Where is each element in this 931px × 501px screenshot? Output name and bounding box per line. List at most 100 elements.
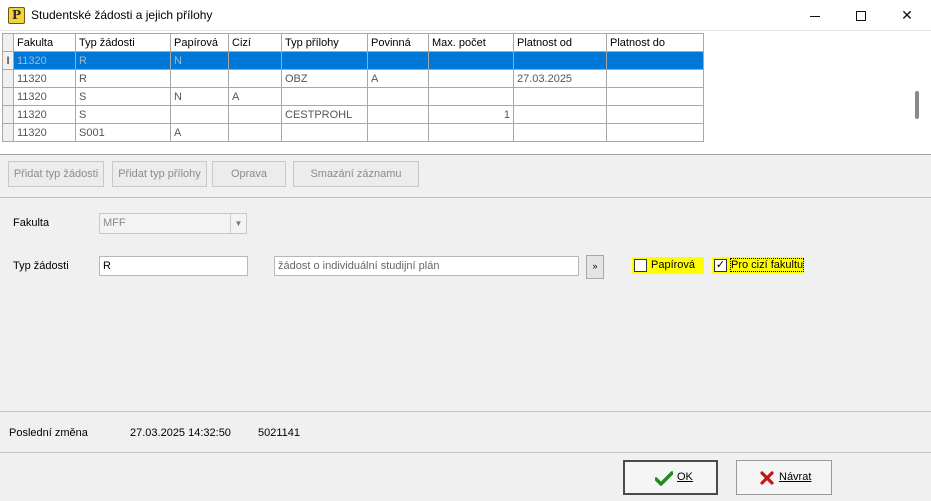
table-cell[interactable] (428, 87, 514, 106)
fakulta-label: Fakulta (13, 217, 50, 229)
table-row[interactable]: 11320 S N A (2, 87, 704, 106)
checkmark-icon (655, 471, 673, 486)
row-indicator (2, 87, 14, 106)
table-cell[interactable]: 11320 (13, 87, 76, 106)
add-attachment-type-button[interactable]: Přidat typ přílohy (112, 161, 207, 187)
column-header[interactable]: Platnost od (513, 33, 607, 52)
minimize-button[interactable] (792, 0, 838, 31)
table-cell[interactable]: A (228, 87, 282, 106)
table-cell[interactable] (513, 123, 607, 142)
typ-zadosti-label: Typ žádosti (13, 260, 69, 272)
return-button[interactable]: Návrat (736, 460, 832, 495)
last-change-label: Poslední změna (9, 427, 88, 439)
fakulta-combo[interactable]: MFF ▼ (99, 213, 247, 234)
table-cell[interactable] (428, 123, 514, 142)
column-header[interactable]: Fakulta (13, 33, 76, 52)
table-cell[interactable] (170, 69, 229, 88)
row-indicator: I (2, 51, 14, 70)
table-cell[interactable] (170, 105, 229, 124)
table-cell[interactable]: S (75, 87, 171, 106)
table-cell[interactable]: S001 (75, 123, 171, 142)
table-cell[interactable]: N (170, 51, 229, 70)
cancel-x-icon (760, 471, 774, 485)
close-button[interactable]: ✕ (884, 0, 930, 31)
table-cell[interactable]: A (170, 123, 229, 142)
table-cell[interactable]: 11320 (13, 51, 76, 70)
typ-zadosti-input[interactable]: R (99, 256, 248, 276)
table-cell[interactable]: R (75, 69, 171, 88)
table-cell[interactable] (428, 69, 514, 88)
table-cell[interactable]: 11320 (13, 123, 76, 142)
table-cell[interactable] (228, 51, 282, 70)
table-cell[interactable] (281, 51, 368, 70)
column-header[interactable]: Typ žádosti (75, 33, 171, 52)
column-header[interactable]: Typ přílohy (281, 33, 368, 52)
table-cell[interactable] (606, 123, 704, 142)
chevron-down-icon[interactable]: ▼ (230, 214, 246, 233)
table-row[interactable]: 11320 S001 A (2, 123, 704, 142)
cizi-fakulta-checkbox-group[interactable]: ✓ Pro cizí fakultu (712, 257, 805, 274)
ok-button[interactable]: OK (623, 460, 718, 495)
last-change-timestamp: 27.03.2025 14:32:50 (130, 427, 231, 439)
records-table: Fakulta Typ žádosti Papírová Cizí Typ př… (2, 33, 704, 142)
table-cell[interactable]: A (367, 69, 429, 88)
grid-scrollbar-thumb[interactable] (915, 91, 919, 119)
table-cell[interactable]: R (75, 51, 171, 70)
table-cell[interactable] (606, 69, 704, 88)
maximize-button[interactable] (838, 0, 884, 31)
window-title: Studentské žádosti a jejich přílohy (31, 8, 213, 22)
table-cell[interactable] (228, 69, 282, 88)
column-header[interactable]: Papírová (170, 33, 229, 52)
table-cell[interactable] (228, 105, 282, 124)
return-label: Návrat (779, 471, 812, 483)
row-indicator-header (2, 33, 14, 52)
typ-zadosti-description-field: žádost o individuální studijní plán (274, 256, 579, 276)
papirova-checkbox-group[interactable]: Papírová (632, 257, 704, 274)
column-header[interactable]: Povinná (367, 33, 429, 52)
table-cell[interactable]: S (75, 105, 171, 124)
table-row[interactable]: 11320 S CESTPROHL 1 (2, 105, 704, 124)
table-cell[interactable] (606, 51, 704, 70)
table-cell[interactable] (606, 87, 704, 106)
table-cell[interactable] (513, 105, 607, 124)
table-cell[interactable] (513, 51, 607, 70)
row-indicator (2, 69, 14, 88)
column-header[interactable]: Platnost do (606, 33, 704, 52)
table-row[interactable]: I 11320 R N (2, 51, 704, 70)
toolbar-divider (0, 197, 931, 198)
table-cell[interactable]: 11320 (13, 69, 76, 88)
checkmark-icon: ✓ (715, 259, 726, 271)
minimize-icon (810, 15, 820, 17)
cizi-fakulta-label: Pro cizí fakultu (729, 258, 805, 272)
table-cell[interactable]: N (170, 87, 229, 106)
lookup-button[interactable]: » (586, 255, 604, 279)
cizi-fakulta-checkbox[interactable]: ✓ (714, 259, 727, 272)
add-request-type-button[interactable]: Přidat typ žádosti (8, 161, 104, 187)
delete-record-button[interactable]: Smazání záznamu (293, 161, 419, 187)
table-cell[interactable] (367, 51, 429, 70)
close-icon: ✕ (901, 7, 913, 23)
table-cell[interactable]: OBZ (281, 69, 368, 88)
last-change-user: 5021141 (258, 427, 301, 439)
table-cell[interactable] (367, 87, 429, 106)
column-header[interactable]: Cizí (228, 33, 282, 52)
table-row[interactable]: 11320 R OBZ A 27.03.2025 (2, 69, 704, 88)
table-cell[interactable] (367, 123, 429, 142)
records-grid[interactable]: Fakulta Typ žádosti Papírová Cizí Typ př… (0, 31, 931, 155)
edit-button[interactable]: Oprava (212, 161, 286, 187)
table-cell[interactable] (228, 123, 282, 142)
table-cell[interactable] (428, 51, 514, 70)
table-cell[interactable] (281, 123, 368, 142)
grid-header-row: Fakulta Typ žádosti Papírová Cizí Typ př… (2, 33, 704, 52)
table-cell[interactable] (367, 105, 429, 124)
papirova-checkbox[interactable] (634, 259, 647, 272)
table-cell[interactable]: 11320 (13, 105, 76, 124)
table-cell[interactable] (606, 105, 704, 124)
table-cell[interactable]: 27.03.2025 (513, 69, 607, 88)
table-cell[interactable] (281, 87, 368, 106)
table-cell[interactable]: CESTPROHL (281, 105, 368, 124)
column-header[interactable]: Max. počet (428, 33, 514, 52)
table-cell[interactable]: 1 (428, 105, 514, 124)
table-cell[interactable] (513, 87, 607, 106)
fakulta-value: MFF (103, 217, 126, 229)
